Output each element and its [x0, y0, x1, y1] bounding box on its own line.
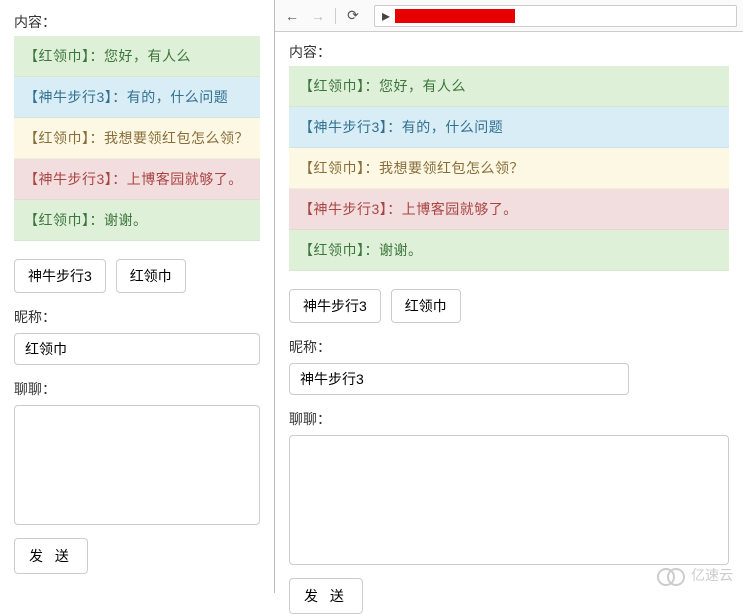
- send-button[interactable]: 发 送: [289, 578, 363, 614]
- chat-label: 聊聊：: [289, 409, 729, 429]
- watermark: 亿速云: [657, 565, 733, 585]
- nickname-input[interactable]: [14, 333, 260, 365]
- message-line: 【神牛步行3】：上博客园就够了。: [24, 171, 243, 187]
- message-line: 【红领巾】：谢谢。: [299, 242, 423, 258]
- message-line: 【神牛步行3】：上博客园就够了。: [299, 201, 518, 217]
- content-body: 内容： 【红领巾】：您好，有人么 【神牛步行3】：有的，什么问题 【红领巾】：我…: [275, 32, 743, 614]
- message-row: 【红领巾】：谢谢。: [14, 200, 260, 241]
- message-row: 【红领巾】：我想要领红包怎么领？: [14, 118, 260, 159]
- chat-textarea[interactable]: [14, 405, 260, 525]
- toolbar-divider: [335, 8, 336, 24]
- content-label: 内容：: [289, 42, 729, 62]
- url-caret-icon: ▸: [379, 6, 393, 26]
- user-button[interactable]: 神牛步行3: [289, 289, 381, 323]
- forward-icon: →: [307, 5, 329, 27]
- message-line: 【红领巾】：我想要领红包怎么领？: [299, 160, 524, 176]
- watermark-text: 亿速云: [691, 565, 733, 585]
- chat-label: 聊聊：: [14, 379, 260, 399]
- message-line: 【红领巾】：您好，有人么: [299, 78, 466, 94]
- url-redacted: [395, 9, 515, 23]
- message-row: 【神牛步行3】：上博客园就够了。: [289, 189, 729, 230]
- content-body: 内容： 【红领巾】：您好，有人么 【神牛步行3】：有的，什么问题 【红领巾】：我…: [0, 0, 274, 574]
- chat-textarea[interactable]: [289, 435, 729, 565]
- user-button[interactable]: 红领巾: [391, 289, 461, 323]
- nickname-label: 昵称：: [14, 307, 260, 327]
- content-label: 内容：: [14, 12, 260, 32]
- nickname-input[interactable]: [289, 363, 629, 395]
- message-row: 【神牛步行3】：有的，什么问题: [14, 77, 260, 118]
- message-row: 【红领巾】：谢谢。: [289, 230, 729, 271]
- message-row: 【神牛步行3】：有的，什么问题: [289, 107, 729, 148]
- message-line: 【红领巾】：您好，有人么: [24, 48, 191, 64]
- watermark-icon: [657, 565, 687, 585]
- send-button[interactable]: 发 送: [14, 538, 88, 574]
- message-line: 【神牛步行3】：有的，什么问题: [24, 89, 228, 105]
- message-list: 【红领巾】：您好，有人么 【神牛步行3】：有的，什么问题 【红领巾】：我想要领红…: [14, 36, 260, 241]
- user-buttons: 神牛步行3 红领巾: [289, 289, 729, 323]
- message-row: 【神牛步行3】：上博客园就够了。: [14, 159, 260, 200]
- message-line: 【神牛步行3】：有的，什么问题: [299, 119, 503, 135]
- message-line: 【红领巾】：我想要领红包怎么领？: [24, 130, 249, 146]
- back-icon[interactable]: ←: [281, 5, 303, 27]
- message-list: 【红领巾】：您好，有人么 【神牛步行3】：有的，什么问题 【红领巾】：我想要领红…: [289, 66, 729, 271]
- browser-toolbar: ← → ⟳ ▸: [275, 0, 743, 32]
- message-line: 【红领巾】：谢谢。: [24, 212, 148, 228]
- message-row: 【红领巾】：您好，有人么: [14, 36, 260, 77]
- chat-window-right: ← → ⟳ ▸ 内容： 【红领巾】：您好，有人么 【神牛步行3】：有的，什么问题…: [275, 0, 743, 593]
- user-buttons: 神牛步行3 红领巾: [14, 259, 260, 293]
- nickname-label: 昵称：: [289, 337, 729, 357]
- address-bar[interactable]: ▸: [374, 5, 737, 27]
- user-button[interactable]: 红领巾: [116, 259, 186, 293]
- chat-window-left: 内容： 【红领巾】：您好，有人么 【神牛步行3】：有的，什么问题 【红领巾】：我…: [0, 0, 275, 593]
- reload-icon[interactable]: ⟳: [342, 5, 364, 27]
- message-row: 【红领巾】：我想要领红包怎么领？: [289, 148, 729, 189]
- message-row: 【红领巾】：您好，有人么: [289, 66, 729, 107]
- user-button[interactable]: 神牛步行3: [14, 259, 106, 293]
